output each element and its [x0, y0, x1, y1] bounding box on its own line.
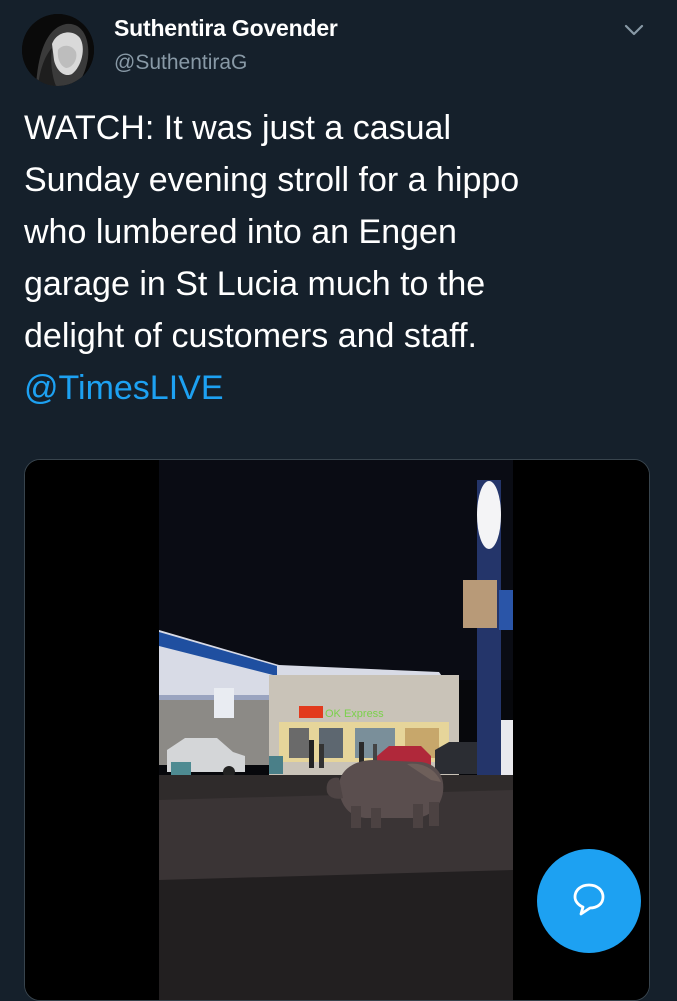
chevron-down-icon[interactable]: [622, 20, 646, 40]
video-frame: OK Express: [159, 460, 513, 1000]
tweet-line: WATCH: It was just a casual: [24, 109, 451, 147]
avatar[interactable]: [22, 14, 94, 86]
author-name[interactable]: Suthentira Govender: [114, 15, 338, 42]
tweet-line: who lumbered into an Engen: [24, 213, 457, 251]
tweet-line: garage in St Lucia much to the: [24, 265, 486, 303]
store-sign: OK Express: [325, 708, 384, 720]
tweet-line: delight of customers and staff.: [24, 317, 477, 355]
tweet-line: Sunday evening stroll for a hippo: [24, 161, 520, 199]
reply-bubble-icon: [569, 879, 609, 924]
compose-reply-button[interactable]: [537, 849, 641, 953]
tweet-text: WATCH: It was just a casual Sunday eveni…: [24, 102, 654, 414]
mention-link[interactable]: @TimesLIVE: [24, 362, 654, 414]
author-handle[interactable]: @SuthentiraG: [114, 51, 247, 75]
